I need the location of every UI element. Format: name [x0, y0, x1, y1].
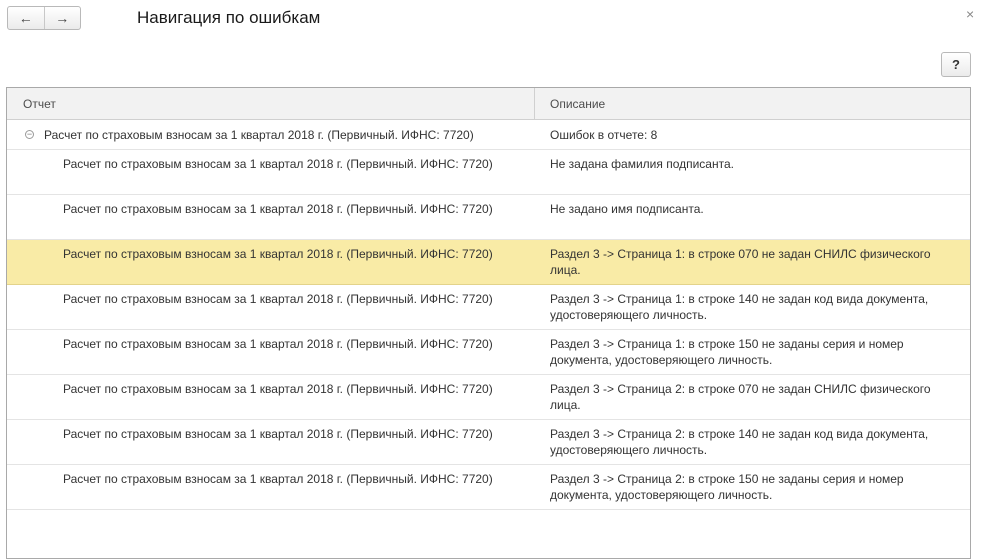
report-cell: Расчет по страховым взносам за 1 квартал…	[63, 472, 493, 486]
table-header: Отчет Описание	[7, 88, 970, 120]
description-cell: Раздел 3 -> Страница 2: в строке 070 не …	[550, 382, 931, 412]
table-row[interactable]: Расчет по страховым взносам за 1 квартал…	[7, 375, 970, 420]
window-title: Навигация по ошибкам	[137, 8, 321, 27]
description-cell: Не задана фамилия подписанта.	[550, 157, 734, 171]
navigation-buttons: ← →	[7, 6, 81, 30]
description-cell: Раздел 3 -> Страница 2: в строке 140 не …	[550, 427, 929, 457]
help-button[interactable]: ?	[941, 52, 971, 77]
table-row[interactable]: Расчет по страховым взносам за 1 квартал…	[7, 420, 970, 465]
collapse-icon[interactable]: −	[25, 130, 34, 139]
report-cell: Расчет по страховым взносам за 1 квартал…	[63, 247, 493, 261]
report-group-row[interactable]: − Расчет по страховым взносам за 1 кварт…	[7, 120, 970, 150]
report-cell: Расчет по страховым взносам за 1 квартал…	[63, 202, 493, 216]
group-report-name: Расчет по страховым взносам за 1 квартал…	[44, 127, 474, 142]
table-row[interactable]: Расчет по страховым взносам за 1 квартал…	[7, 330, 970, 375]
errors-table: Отчет Описание − Расчет по страховым взн…	[6, 87, 971, 559]
table-row[interactable]: Расчет по страховым взносам за 1 квартал…	[7, 150, 970, 195]
description-cell: Не задано имя подписанта.	[550, 202, 704, 216]
table-row[interactable]: Расчет по страховым взносам за 1 квартал…	[7, 195, 970, 240]
description-cell: Раздел 3 -> Страница 2: в строке 150 не …	[550, 472, 904, 502]
arrow-right-icon: →	[55, 10, 70, 26]
arrow-left-icon: ←	[18, 10, 33, 26]
description-cell: Раздел 3 -> Страница 1: в строке 150 не …	[550, 337, 904, 367]
table-row[interactable]: Расчет по страховым взносам за 1 квартал…	[7, 285, 970, 330]
forward-button[interactable]: →	[43, 7, 81, 29]
close-icon[interactable]: ×	[966, 6, 974, 22]
description-cell: Раздел 3 -> Страница 1: в строке 070 не …	[550, 247, 931, 277]
table-row-selected[interactable]: Расчет по страховым взносам за 1 квартал…	[7, 240, 970, 285]
group-description: Ошибок в отчете: 8	[550, 127, 658, 142]
report-cell: Расчет по страховым взносам за 1 квартал…	[63, 427, 493, 441]
report-cell: Расчет по страховым взносам за 1 квартал…	[63, 292, 493, 306]
column-header-report[interactable]: Отчет	[7, 88, 535, 119]
column-header-description[interactable]: Описание	[535, 88, 970, 119]
table-row[interactable]: Расчет по страховым взносам за 1 квартал…	[7, 465, 970, 510]
report-cell: Расчет по страховым взносам за 1 квартал…	[63, 337, 493, 351]
back-button[interactable]: ←	[8, 7, 44, 29]
description-cell: Раздел 3 -> Страница 1: в строке 140 не …	[550, 292, 929, 322]
report-cell: Расчет по страховым взносам за 1 квартал…	[63, 157, 493, 171]
report-cell: Расчет по страховым взносам за 1 квартал…	[63, 382, 493, 396]
